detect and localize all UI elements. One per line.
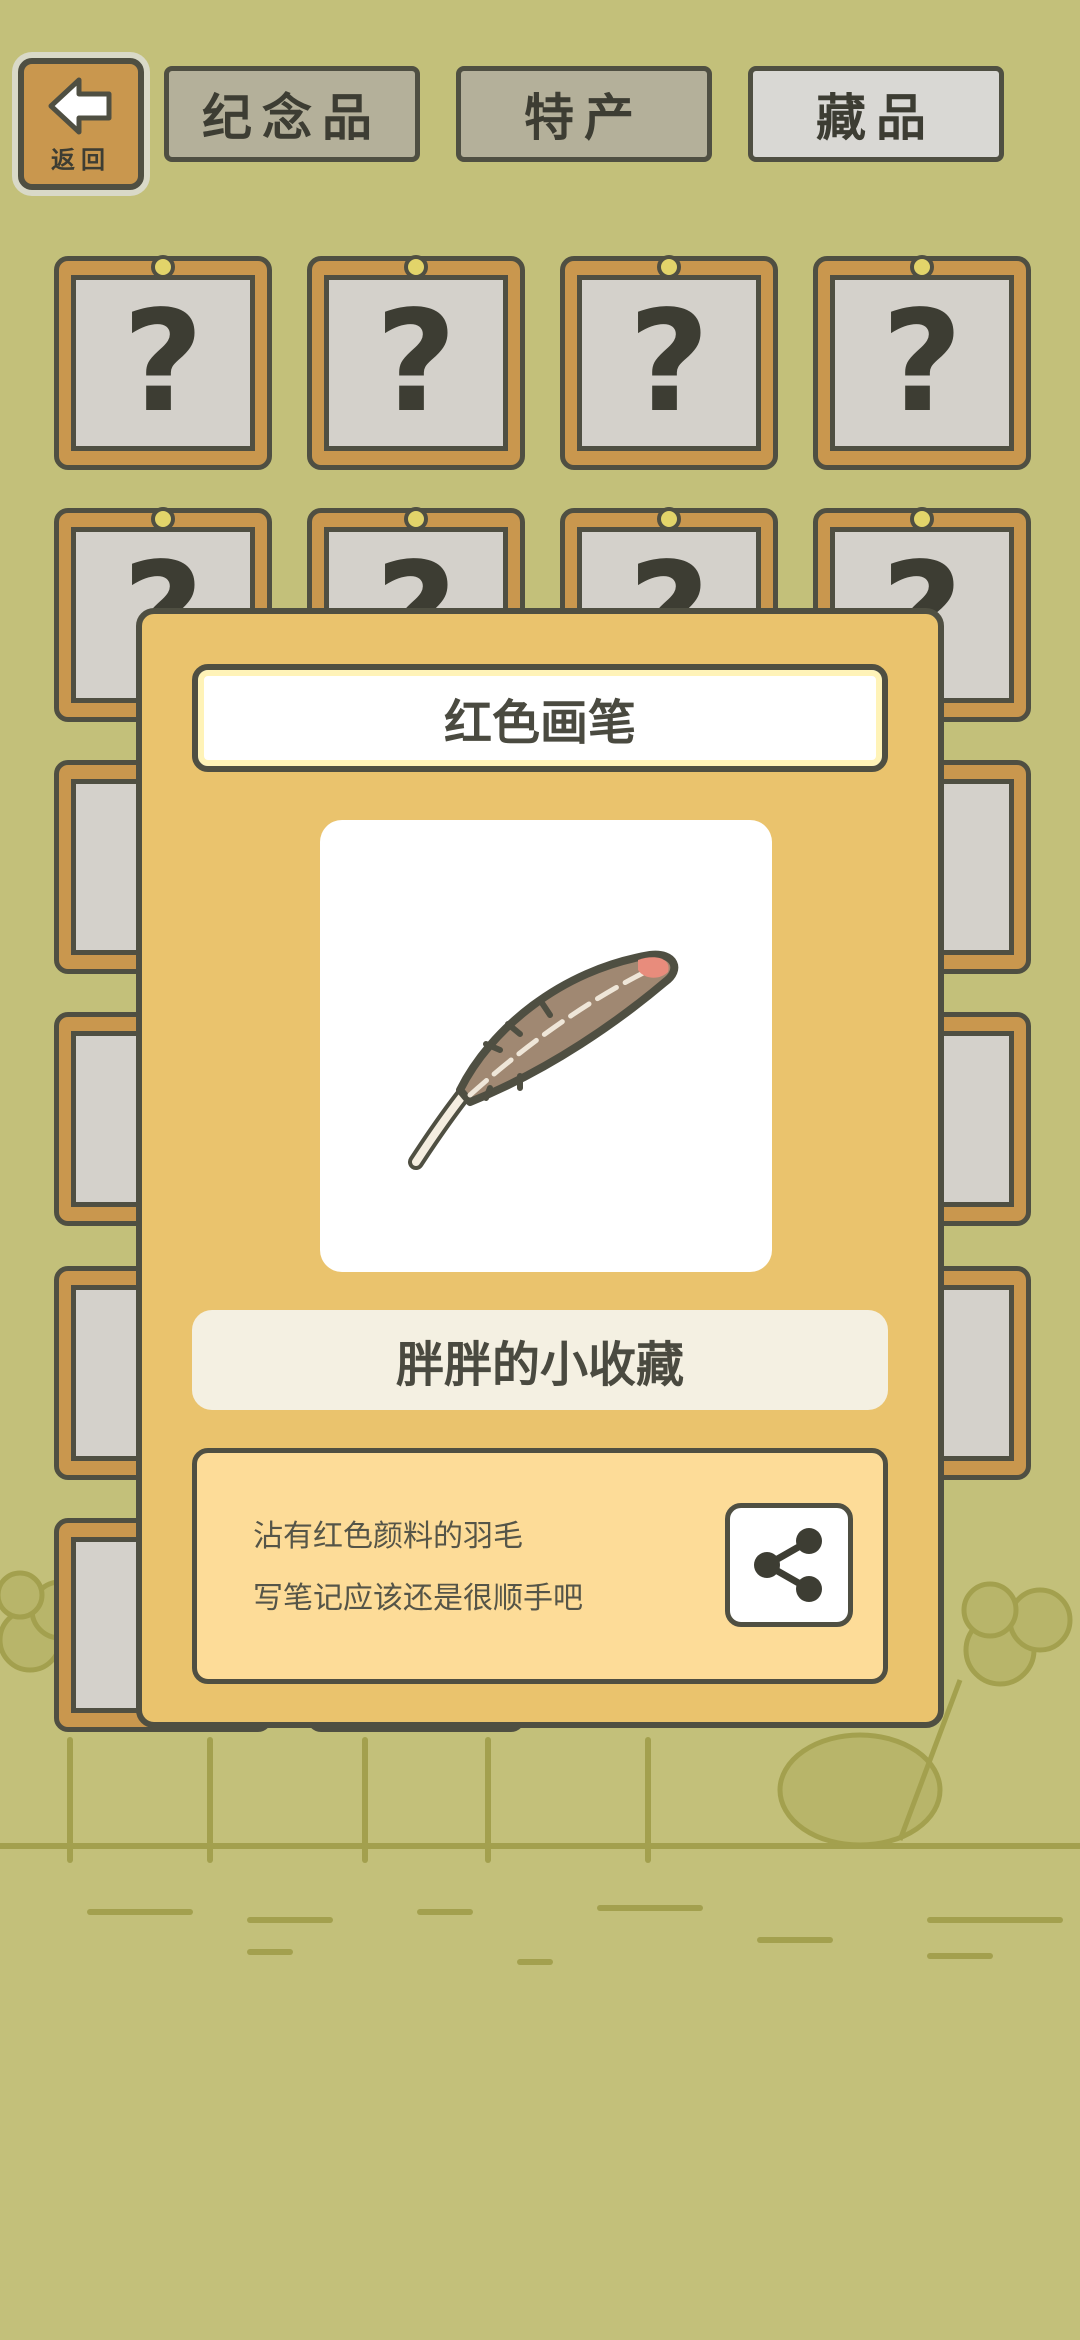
tab-specialties[interactable]: 特产 <box>456 66 712 162</box>
share-icon <box>754 1528 822 1602</box>
back-button[interactable]: 返回 <box>18 58 144 190</box>
back-label: 返回 <box>51 145 111 174</box>
tab-collectibles[interactable]: 藏品 <box>748 66 1004 162</box>
feather-icon <box>408 950 679 1170</box>
collectible-card[interactable]: ? <box>560 255 778 470</box>
description-line-2: 写笔记应该还是很顺手吧 <box>253 1581 583 1616</box>
item-category: 胖胖的小收藏 <box>192 1310 888 1410</box>
back-arrow-icon <box>48 77 112 134</box>
item-detail-modal: 红色画笔 胖胖的小收藏 沾有红色颜料的羽毛 写笔记应该还是很顺手吧 <box>136 608 944 1728</box>
collectible-card[interactable]: ? <box>307 255 525 470</box>
share-button[interactable] <box>725 1503 853 1627</box>
description-line-1: 沾有红色颜料的羽毛 <box>253 1519 523 1554</box>
locked-question-mark: ? <box>577 275 761 451</box>
locked-question-mark: ? <box>71 275 255 451</box>
collectible-card[interactable]: ? <box>54 255 272 470</box>
locked-question-mark: ? <box>324 275 508 451</box>
locked-question-mark: ? <box>830 275 1014 451</box>
item-description-box: 沾有红色颜料的羽毛 写笔记应该还是很顺手吧 <box>192 1448 888 1684</box>
collectible-card[interactable]: ? <box>813 255 1031 470</box>
item-title: 红色画笔 <box>192 664 888 772</box>
tab-souvenirs[interactable]: 纪念品 <box>164 66 420 162</box>
item-image <box>320 820 772 1272</box>
